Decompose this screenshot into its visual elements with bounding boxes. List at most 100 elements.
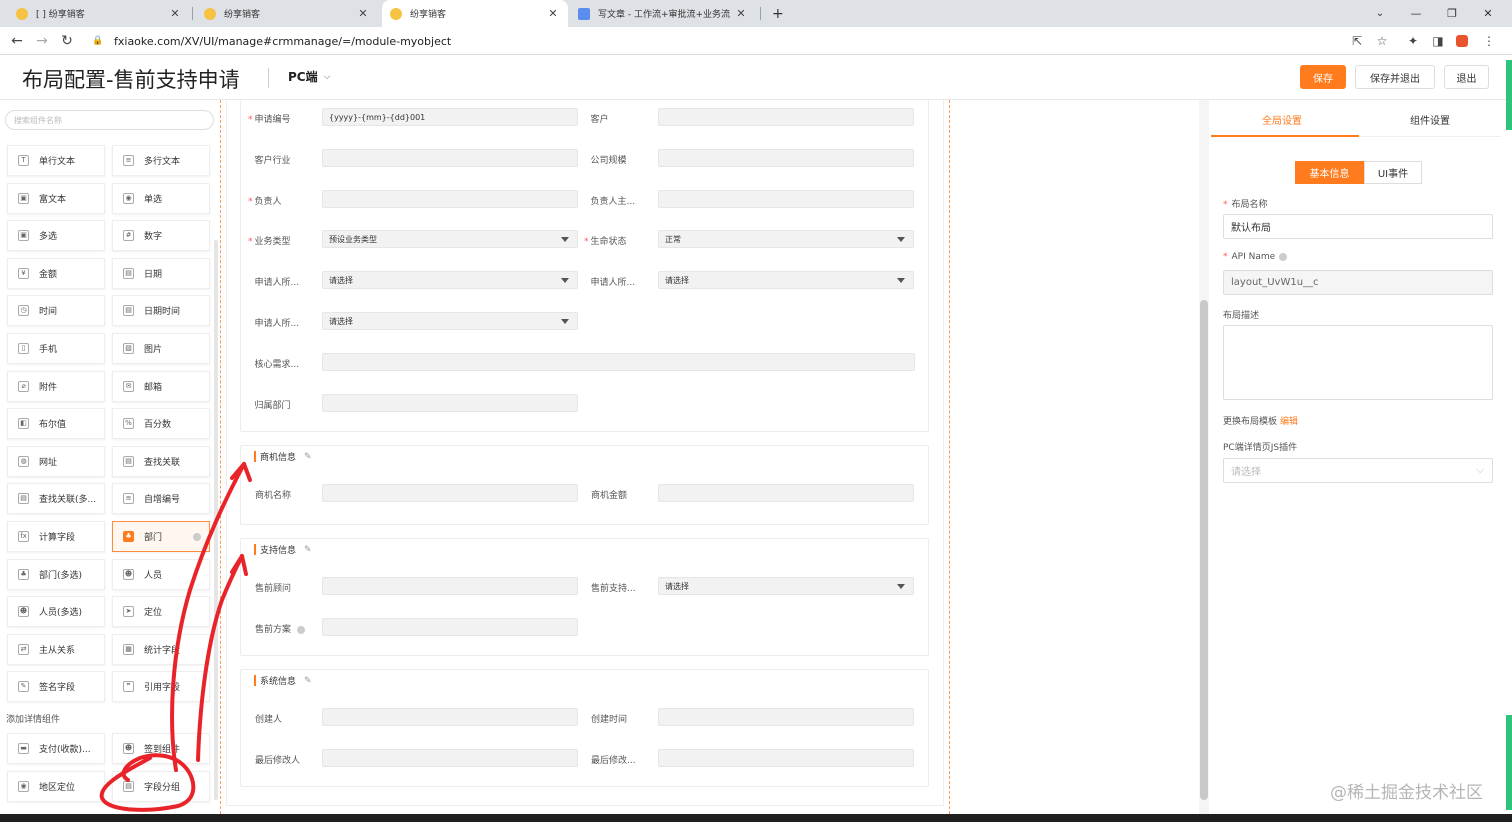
close-icon[interactable]: ✕ bbox=[546, 7, 560, 20]
browser-tab[interactable]: 纷享销客 ✕ bbox=[196, 0, 378, 27]
field-input[interactable] bbox=[322, 393, 578, 412]
field-select[interactable]: 请选择 bbox=[322, 312, 578, 330]
palette-item[interactable]: ◷ 时间 bbox=[7, 295, 105, 327]
restore-icon[interactable]: ❐ bbox=[1434, 0, 1470, 27]
group-title-system[interactable]: 系统信息 ✎ bbox=[254, 675, 312, 687]
detail-palette-item[interactable]: ▬ 支付(收款)... bbox=[7, 733, 105, 764]
help-icon[interactable] bbox=[297, 625, 306, 634]
field-input[interactable] bbox=[322, 148, 578, 167]
palette-item[interactable]: ◉ 单选 bbox=[112, 182, 210, 214]
save-exit-button[interactable]: 保存并退出 bbox=[1355, 65, 1435, 89]
palette-item[interactable]: ▤ 查找关联 bbox=[112, 445, 210, 477]
palette-item[interactable]: ▤ 日期 bbox=[112, 257, 210, 289]
exit-button[interactable]: 退出 bbox=[1444, 65, 1489, 89]
field-input[interactable] bbox=[658, 189, 914, 208]
bookmark-star-icon[interactable]: ☆ bbox=[1371, 27, 1393, 55]
palette-item[interactable]: ▦ 统计字段 bbox=[112, 633, 210, 665]
palette-item[interactable]: ◍ 网址 bbox=[7, 445, 105, 477]
palette-item[interactable]: ◧ 布尔值 bbox=[7, 408, 105, 440]
forward-icon[interactable]: → bbox=[30, 27, 54, 55]
palette-item[interactable]: ♣ 部门(多选) bbox=[7, 558, 105, 590]
palette-item[interactable]: ⌀ 附件 bbox=[7, 370, 105, 402]
platform-select[interactable]: PC端 ⌵ bbox=[288, 68, 330, 85]
field-select[interactable]: 正常 bbox=[658, 230, 914, 249]
field-group-system[interactable] bbox=[240, 669, 929, 787]
field-input[interactable] bbox=[322, 749, 578, 767]
field-input[interactable] bbox=[322, 352, 915, 371]
field-group-support[interactable] bbox=[240, 538, 929, 656]
share-icon[interactable]: ⇱ bbox=[1346, 27, 1368, 55]
url-field[interactable]: 🔒 fxiaoke.com/XV/UI/manage#crmmanage/=/m… bbox=[90, 30, 1380, 52]
tab-global-settings[interactable]: 全局设置 bbox=[1262, 112, 1302, 127]
palette-item[interactable]: ☻ 人员 bbox=[112, 558, 210, 590]
close-window-icon[interactable]: ✕ bbox=[1470, 0, 1506, 27]
palette-item[interactable]: # 数字 bbox=[112, 220, 210, 252]
browser-tab[interactable]: 写文章 - 工作流+审批流+业务流 ✕ bbox=[570, 0, 756, 27]
segment-basic-info[interactable]: 基本信息 bbox=[1295, 161, 1364, 184]
browser-tab[interactable]: [ ] 纷享销客 ✕ bbox=[8, 0, 190, 27]
back-icon[interactable]: ← bbox=[5, 27, 29, 55]
field-input[interactable]: {yyyy}-{mm}-{dd}001 bbox=[322, 108, 578, 126]
sidebar-icon[interactable]: ◨ bbox=[1427, 27, 1449, 55]
edit-pencil-icon[interactable]: ✎ bbox=[304, 676, 312, 686]
minimize-icon[interactable]: — bbox=[1398, 0, 1434, 27]
palette-item[interactable]: ▧ 图片 bbox=[112, 333, 210, 364]
palette-item[interactable]: ✉ 邮箱 bbox=[112, 370, 210, 402]
help-icon[interactable] bbox=[1279, 252, 1288, 261]
field-input[interactable] bbox=[658, 749, 914, 767]
edit-template-link[interactable]: 编辑 bbox=[1280, 417, 1298, 427]
palette-item[interactable]: T 单行文本 bbox=[7, 145, 105, 176]
close-icon[interactable]: ✕ bbox=[168, 7, 182, 20]
browser-tab-active[interactable]: 纷享销客 ✕ bbox=[382, 0, 568, 27]
field-input[interactable] bbox=[658, 148, 914, 167]
palette-item[interactable]: ▯ 手机 bbox=[7, 333, 105, 364]
palette-item[interactable]: ≡ 多行文本 bbox=[112, 145, 210, 176]
palette-item[interactable]: ≡ 自增编号 bbox=[112, 483, 210, 515]
close-icon[interactable]: ✕ bbox=[356, 7, 370, 20]
palette-item[interactable]: fx 计算字段 bbox=[7, 521, 105, 552]
save-button[interactable]: 保存 bbox=[1300, 65, 1346, 89]
js-plugin-select[interactable]: 请选择 ⌵ bbox=[1223, 458, 1493, 483]
palette-item[interactable]: ♣ 部门 bbox=[112, 521, 210, 552]
field-select[interactable]: 请选择 bbox=[322, 271, 578, 290]
palette-item[interactable]: ⇄ 主从关系 bbox=[7, 633, 105, 665]
field-select[interactable]: 请选择 bbox=[658, 271, 914, 290]
edit-pencil-icon[interactable]: ✎ bbox=[304, 545, 312, 555]
layout-name-input[interactable]: 默认布局 bbox=[1223, 214, 1493, 239]
tab-search-icon[interactable]: ⌄ bbox=[1362, 0, 1398, 27]
palette-item[interactable]: ▤ 日期时间 bbox=[112, 295, 210, 327]
palette-item[interactable]: ❞ 引用字段 bbox=[112, 671, 210, 703]
menu-dots-icon[interactable]: ⋮ bbox=[1478, 27, 1500, 55]
palette-item[interactable]: ➤ 定位 bbox=[112, 596, 210, 628]
field-input[interactable] bbox=[322, 577, 578, 595]
palette-item[interactable]: ¥ 金额 bbox=[7, 257, 105, 289]
field-input[interactable] bbox=[322, 189, 578, 208]
detail-palette-item[interactable]: ☻ 签到组件 bbox=[112, 733, 210, 764]
field-select[interactable]: 请选择 bbox=[658, 577, 914, 595]
component-search-input[interactable]: 搜索组件名称 bbox=[5, 110, 214, 130]
field-input[interactable] bbox=[658, 708, 914, 726]
info-icon[interactable] bbox=[193, 533, 201, 541]
detail-palette-item[interactable]: ◉ 地区定位 bbox=[7, 771, 105, 802]
tab-component-settings[interactable]: 组件设置 bbox=[1410, 112, 1450, 127]
layout-description-textarea[interactable] bbox=[1223, 325, 1493, 400]
palette-item[interactable]: ▣ 多选 bbox=[7, 220, 105, 252]
field-input[interactable] bbox=[322, 484, 578, 502]
reload-icon[interactable]: ↻ bbox=[55, 27, 79, 55]
group-title-support[interactable]: 支持信息 ✎ bbox=[254, 544, 312, 556]
palette-item[interactable]: % 百分数 bbox=[112, 408, 210, 440]
edit-pencil-icon[interactable]: ✎ bbox=[304, 452, 312, 462]
field-select[interactable]: 预设业务类型 bbox=[322, 230, 578, 249]
field-input[interactable] bbox=[658, 108, 914, 126]
palette-item[interactable]: ▣ 富文本 bbox=[7, 182, 105, 214]
palette-scrollbar[interactable] bbox=[214, 240, 218, 800]
new-tab-button[interactable]: + bbox=[764, 0, 786, 27]
profile-icon[interactable] bbox=[1451, 27, 1473, 55]
palette-item[interactable]: ✎ 签名字段 bbox=[7, 671, 105, 703]
extensions-icon[interactable]: ✦ bbox=[1402, 27, 1424, 55]
close-icon[interactable]: ✕ bbox=[734, 7, 748, 20]
group-title-opportunity[interactable]: 商机信息 ✎ bbox=[254, 451, 312, 463]
field-input[interactable] bbox=[322, 708, 578, 726]
field-input[interactable] bbox=[322, 618, 578, 636]
canvas-scrollbar-thumb[interactable] bbox=[1200, 300, 1208, 800]
